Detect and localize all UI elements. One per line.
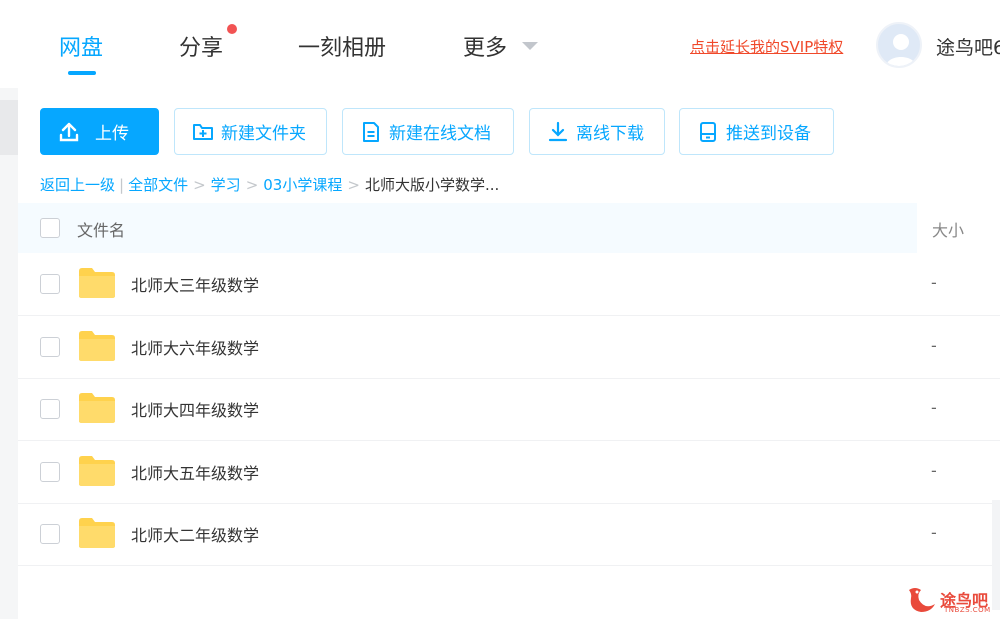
- breadcrumb-back-link[interactable]: 返回上一级: [40, 176, 115, 194]
- push-to-device-label: 推送到设备: [726, 124, 811, 144]
- breadcrumb: 返回上一级 | 全部文件 > 学习 >03小学课程 > 北师大版小学数学...: [40, 176, 500, 194]
- breadcrumb-item[interactable]: 03小学课程: [263, 176, 342, 194]
- new-online-doc-button[interactable]: 新建在线文档: [342, 108, 514, 155]
- select-all-checkbox[interactable]: [40, 218, 60, 238]
- tab-album[interactable]: 一刻相册: [298, 30, 386, 62]
- row-checkbox[interactable]: [40, 399, 60, 419]
- device-icon: [700, 121, 716, 142]
- file-name[interactable]: 北师大三年级数学: [131, 272, 259, 296]
- file-size: -: [931, 523, 937, 542]
- file-name[interactable]: 北师大五年级数学: [131, 460, 259, 484]
- new-folder-label: 新建文件夹: [221, 124, 306, 144]
- document-icon: [363, 121, 379, 142]
- top-navigation: 网盘 分享 一刻相册 更多 点击延长我的SVIP特权 途鸟吧6: [0, 0, 1000, 88]
- tab-more[interactable]: 更多: [463, 30, 507, 62]
- row-checkbox[interactable]: [40, 462, 60, 482]
- svip-renew-link[interactable]: 点击延长我的SVIP特权: [690, 36, 843, 57]
- username[interactable]: 途鸟吧6: [936, 33, 1000, 60]
- row-checkbox[interactable]: [40, 524, 60, 544]
- file-size: -: [931, 336, 937, 355]
- column-header-name[interactable]: 文件名: [77, 217, 125, 241]
- tab-share[interactable]: 分享: [179, 30, 223, 62]
- active-tab-indicator: [68, 71, 96, 75]
- table-row[interactable]: 北师大二年级数学 -: [18, 503, 1000, 566]
- file-size: -: [931, 461, 937, 480]
- upload-label: 上传: [95, 124, 129, 144]
- file-name[interactable]: 北师大二年级数学: [131, 522, 259, 546]
- sidebar-edge: [0, 88, 18, 619]
- row-checkbox[interactable]: [40, 274, 60, 294]
- file-size: -: [931, 398, 937, 417]
- offline-download-button[interactable]: 离线下载: [529, 108, 665, 155]
- breadcrumb-item[interactable]: 全部文件: [128, 176, 188, 194]
- upload-button[interactable]: 上传: [40, 108, 159, 155]
- folder-plus-icon: [193, 123, 213, 140]
- new-online-doc-label: 新建在线文档: [389, 124, 491, 144]
- watermark-subtext: TNBZS.COM: [944, 606, 991, 614]
- folder-icon: [79, 268, 115, 298]
- notification-dot: [227, 24, 237, 34]
- table-row[interactable]: 北师大五年级数学 -: [18, 441, 1000, 504]
- download-icon: [548, 121, 568, 141]
- avatar[interactable]: [876, 22, 922, 68]
- new-folder-button[interactable]: 新建文件夹: [174, 108, 327, 155]
- folder-icon: [79, 518, 115, 548]
- watermark-logo-icon: [909, 588, 935, 612]
- folder-icon: [79, 456, 115, 486]
- file-name[interactable]: 北师大四年级数学: [131, 397, 259, 421]
- column-header-size[interactable]: 大小: [932, 217, 964, 241]
- sidebar-edge-highlight: [0, 100, 18, 155]
- upload-icon: [59, 122, 79, 141]
- folder-icon: [79, 393, 115, 423]
- user-avatar-icon: [886, 34, 916, 66]
- table-row[interactable]: 北师大四年级数学 -: [18, 378, 1000, 441]
- chevron-down-icon[interactable]: [522, 42, 538, 50]
- offline-download-label: 离线下载: [576, 124, 644, 144]
- push-to-device-button[interactable]: 推送到设备: [679, 108, 834, 155]
- breadcrumb-current: 北师大版小学数学...: [364, 176, 500, 194]
- folder-icon: [79, 331, 115, 361]
- tab-netdisk[interactable]: 网盘: [59, 30, 103, 62]
- table-row[interactable]: 北师大三年级数学 -: [18, 253, 1000, 316]
- table-header: [18, 203, 917, 253]
- scrollbar-track[interactable]: [992, 500, 1000, 610]
- file-size: -: [931, 273, 937, 292]
- row-checkbox[interactable]: [40, 337, 60, 357]
- breadcrumb-item[interactable]: 学习: [211, 176, 241, 194]
- file-name[interactable]: 北师大六年级数学: [131, 335, 259, 359]
- table-row[interactable]: 北师大六年级数学 -: [18, 316, 1000, 379]
